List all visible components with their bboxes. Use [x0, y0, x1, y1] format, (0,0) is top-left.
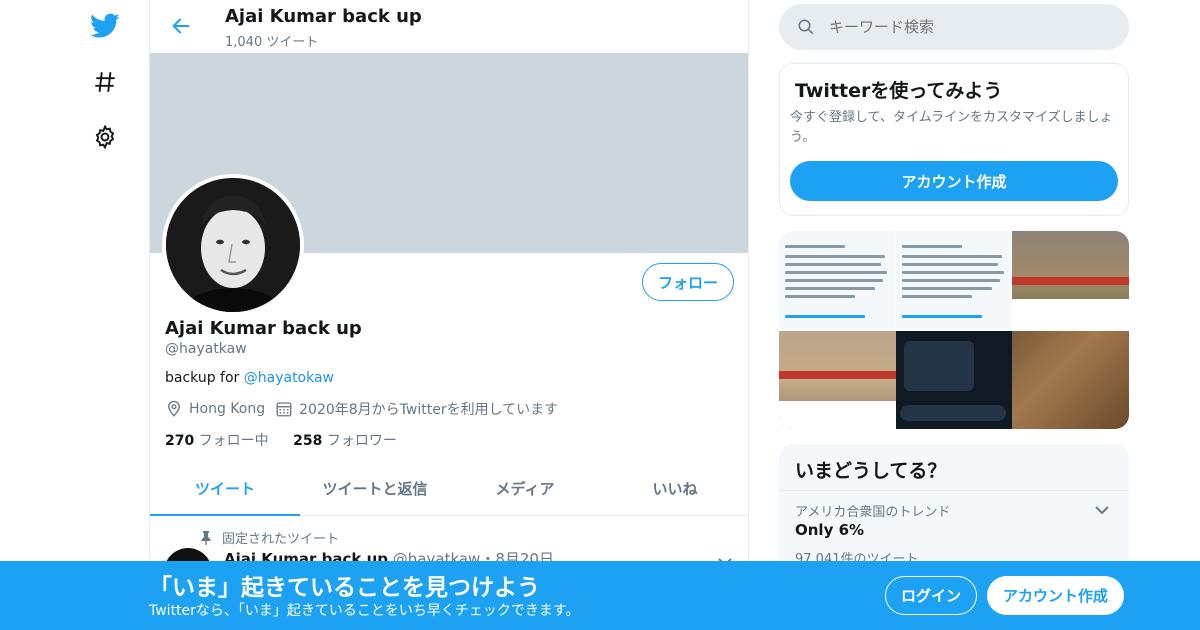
bottom-bar-title: 「いま」起きていることを見つけよう — [149, 575, 540, 601]
following-count: 270 — [165, 433, 195, 449]
bottom-signup-bar: 「いま」起きていることを見つけよう Twitterなら、「いま」起きていることを… — [0, 561, 1200, 630]
following-link[interactable]: 270 フォロー中 — [165, 433, 269, 449]
follow-button[interactable]: フォロー — [642, 263, 734, 301]
pin-icon — [201, 530, 211, 545]
bottom-bar-subtitle: Twitterなら、「いま」起きていることをいち早くチェックできます。 — [149, 603, 580, 619]
profile-joined: 2020年8月からTwitterを利用しています — [275, 399, 558, 419]
tab-tweets[interactable]: ツイート — [150, 462, 300, 516]
media-thumbnail[interactable] — [1012, 231, 1129, 329]
trend-name[interactable]: Only 6% — [795, 521, 864, 539]
profile-stats: 270 フォロー中 258 フォロワー — [165, 430, 397, 450]
search-input[interactable] — [829, 18, 1109, 36]
profile-location: Hong Kong — [165, 400, 265, 418]
avatar-photo — [166, 178, 300, 312]
profile-header-bar: Ajai Kumar back up 1,040 ツイート — [150, 0, 748, 53]
profile-avatar[interactable] — [162, 174, 304, 316]
login-button[interactable]: ログイン — [885, 576, 977, 615]
media-thumbnail[interactable] — [896, 331, 1012, 429]
followers-link[interactable]: 258 フォロワー — [293, 433, 397, 449]
pinned-text: 固定されたツイート — [222, 532, 340, 547]
media-thumbnail[interactable] — [896, 231, 1012, 329]
tab-media[interactable]: メディア — [450, 462, 600, 515]
joined-text: 2020年8月からTwitterを利用しています — [299, 402, 559, 418]
header-title: Ajai Kumar back up — [225, 6, 422, 27]
tab-tweets-and-replies[interactable]: ツイートと返信 — [300, 462, 450, 515]
profile-name: Ajai Kumar back up — [165, 318, 362, 339]
profile-tabs: ツイート ツイートと返信 メディア いいね — [150, 462, 748, 516]
search-icon — [798, 19, 814, 35]
location-pin-icon — [168, 400, 180, 417]
signup-card-title: Twitterを使ってみよう — [795, 80, 1003, 102]
media-gallery — [779, 231, 1129, 429]
header-tweet-count: 1,040 ツイート — [225, 35, 319, 50]
signup-card-text: 今すぐ登録して、タイムラインをカスタマイズしましょう。 — [790, 110, 1113, 145]
chevron-down-icon[interactable] — [1095, 500, 1109, 519]
signup-button[interactable]: アカウント作成 — [987, 576, 1124, 615]
profile-column: Ajai Kumar back up 1,040 ツイート フォロー Ajai … — [149, 0, 749, 630]
tab-likes[interactable]: いいね — [600, 462, 748, 515]
followers-count: 258 — [293, 433, 323, 449]
bio-mention-link[interactable]: @hayatokaw — [244, 370, 334, 386]
signup-card: Twitterを使ってみよう 今すぐ登録して、タイムラインをカスタマイズしましょ… — [779, 63, 1129, 216]
profile-bio: backup for @hayatokaw — [165, 370, 334, 386]
search-box[interactable] — [779, 4, 1129, 50]
profile-handle: @hayatkaw — [165, 341, 247, 357]
profile-meta: Hong Kong 2020年8月からTwitterを利用しています — [165, 399, 568, 419]
media-thumbnail[interactable] — [779, 331, 896, 429]
twitter-bird-icon[interactable] — [89, 10, 121, 42]
back-arrow-icon[interactable] — [168, 13, 194, 39]
media-thumbnail[interactable] — [779, 231, 896, 329]
trends-title: いまどうしてる？ — [795, 460, 947, 482]
create-account-button[interactable]: アカウント作成 — [790, 161, 1118, 201]
trend-context: アメリカ合衆国のトレンド — [795, 505, 951, 520]
left-nav — [0, 0, 150, 630]
location-text: Hong Kong — [189, 401, 266, 417]
media-thumbnail[interactable] — [1012, 331, 1129, 429]
calendar-icon — [276, 402, 292, 417]
bio-text: backup for — [165, 370, 244, 386]
followers-label: フォロワー — [326, 433, 397, 449]
pinned-label: 固定されたツイート — [200, 528, 339, 547]
hashtag-icon[interactable] — [89, 66, 121, 98]
following-label: フォロー中 — [198, 433, 269, 449]
trends-divider — [779, 490, 1129, 491]
gear-icon[interactable] — [89, 121, 121, 153]
